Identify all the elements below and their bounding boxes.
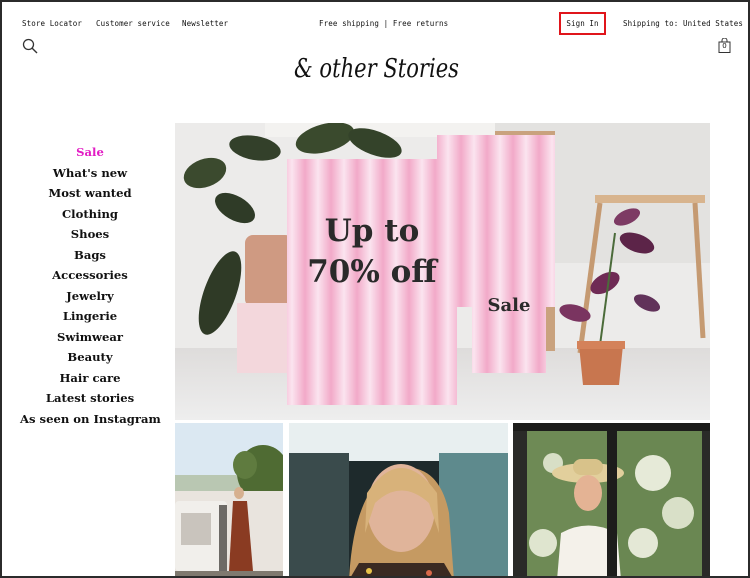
nav-item-latest-stories[interactable]: Latest stories [20, 388, 160, 409]
hero-headline-line2: 70% off [307, 254, 437, 290]
browser-viewport: Store Locator Customer service Newslette… [0, 0, 750, 578]
nav-item-most-wanted[interactable]: Most wanted [20, 183, 160, 204]
nav-item-bags[interactable]: Bags [20, 245, 160, 266]
hero-headline: Up to 70% off [287, 211, 457, 293]
nav-item-swimwear[interactable]: Swimwear [20, 327, 160, 348]
bag-count: 0 [722, 42, 727, 50]
nav-item-lingerie[interactable]: Lingerie [20, 306, 160, 327]
nav-item-shoes[interactable]: Shoes [20, 224, 160, 245]
shipping-promo-text: Free shipping | Free returns [319, 19, 449, 28]
sign-in-label: Sign In [566, 19, 599, 28]
nav-item-as-seen-on-instagram[interactable]: As seen on Instagram [20, 409, 161, 430]
sign-in-link[interactable]: Sign In [559, 12, 606, 35]
newsletter-link[interactable]: Newsletter [182, 19, 228, 28]
campaign-tile-3[interactable] [513, 423, 710, 576]
brand-logo[interactable]: & other Stories [292, 50, 462, 84]
nav-item-hair-care[interactable]: Hair care [20, 368, 160, 389]
nav-item-whats-new[interactable]: What's new [20, 163, 160, 184]
category-sidebar: Sale What's new Most wanted Clothing Sho… [20, 142, 161, 430]
hero-small-sign-text: Sale [487, 295, 531, 316]
customer-service-link[interactable]: Customer service [96, 19, 170, 28]
store-locator-link[interactable]: Store Locator [22, 19, 82, 28]
shipping-country-selector[interactable]: Shipping to: United States [623, 19, 743, 28]
campaign-tile-1[interactable] [175, 423, 283, 576]
nav-item-sale[interactable]: Sale [20, 142, 160, 163]
nav-item-accessories[interactable]: Accessories [20, 265, 160, 286]
svg-text:& other Stories: & other Stories [294, 54, 459, 84]
hero-sale-banner[interactable]: Up to 70% off Sale [175, 123, 710, 420]
nav-item-clothing[interactable]: Clothing [20, 204, 160, 225]
campaign-tile-2[interactable] [289, 423, 508, 576]
hero-headline-line1: Up to [324, 213, 420, 249]
nav-item-jewelry[interactable]: Jewelry [20, 286, 160, 307]
nav-item-beauty[interactable]: Beauty [20, 347, 160, 368]
top-utility-bar: Store Locator Customer service Newslette… [2, 12, 748, 35]
search-icon[interactable] [22, 38, 38, 54]
